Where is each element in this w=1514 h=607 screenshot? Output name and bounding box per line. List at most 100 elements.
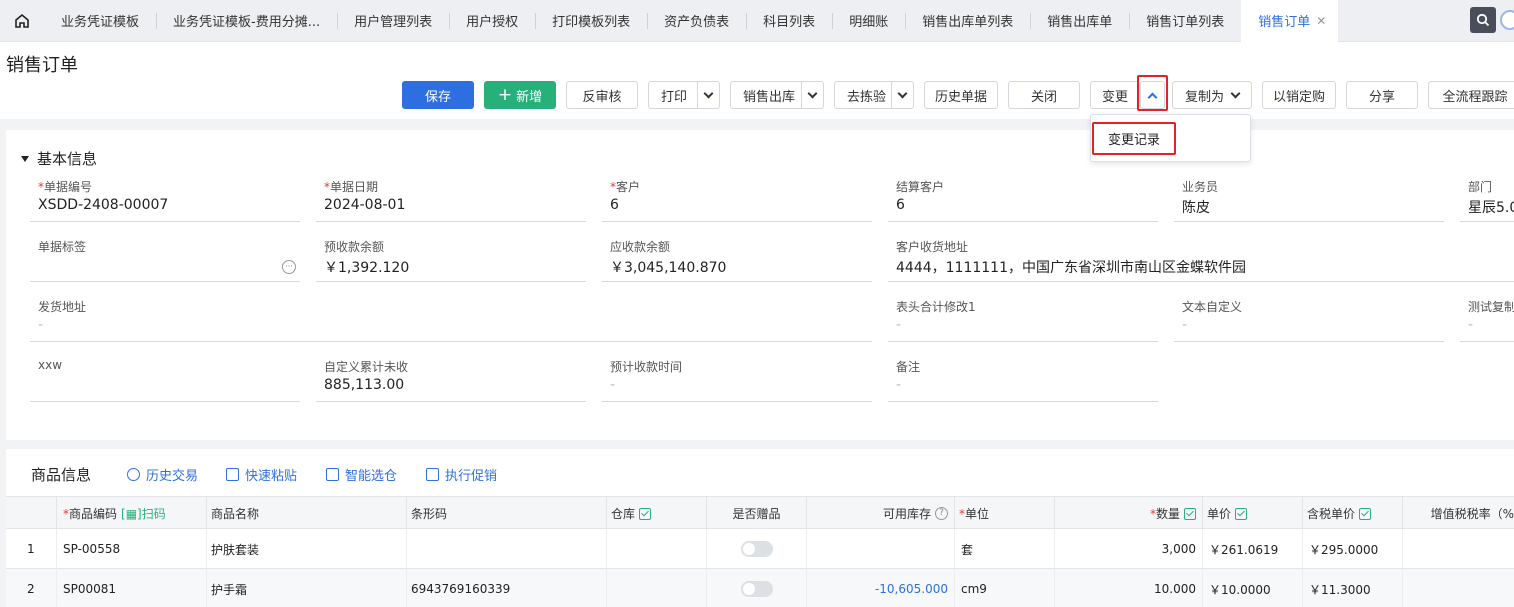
help-icon[interactable]: ? (935, 507, 948, 520)
gift-toggle[interactable] (740, 541, 773, 557)
home-icon (15, 13, 29, 28)
promotion-link[interactable]: 执行促销 (426, 465, 497, 484)
cell-qty[interactable]: 3,000 (1054, 529, 1202, 569)
gift-toggle[interactable] (740, 581, 773, 597)
refresh-icon[interactable] (1500, 10, 1514, 30)
field-doc-date[interactable]: *单据日期 2024-08-01 (316, 178, 586, 222)
close-button[interactable]: 关闭 (1008, 81, 1080, 109)
cell-name[interactable]: 护肤套装 (206, 529, 406, 569)
tab-sales-out-list[interactable]: 销售出库单列表 (905, 0, 1030, 42)
th-barcode: 条形码 (406, 497, 606, 530)
copy-as-button[interactable]: 复制为 (1172, 81, 1252, 109)
field-value: ￥3,045,140.870 (610, 260, 727, 276)
field-doc-tag[interactable]: 单据标签 ··· (30, 238, 300, 282)
tab-sales-order[interactable]: 销售订单 ✕ (1241, 0, 1339, 42)
field-department[interactable]: 部门 星辰5.0 (1460, 178, 1514, 222)
cell-warehouse[interactable] (606, 529, 706, 569)
field-label: 自定义累计未收 (324, 360, 409, 374)
tab-balance-sheet[interactable]: 资产负债表 (647, 0, 746, 42)
field-xxw[interactable]: xxw (30, 358, 300, 402)
link-label: 历史交易 (146, 469, 199, 484)
checkbox-icon[interactable] (1359, 507, 1372, 520)
tab-account-list[interactable]: 科目列表 (746, 0, 832, 42)
save-button[interactable]: 保存 (402, 81, 474, 109)
tab-user-auth[interactable]: 用户授权 (449, 0, 535, 42)
field-salesperson[interactable]: 业务员 陈皮 (1174, 178, 1444, 222)
goods-panel: 商品信息 历史交易 快速粘贴 智能选仓 执行促销 * 商品编码 [▦]扫码 商品名… (6, 449, 1514, 607)
tab-user-list[interactable]: 用户管理列表 (337, 0, 449, 42)
pick-check-button[interactable]: 去拣验 (834, 81, 914, 109)
unaudit-button[interactable]: 反审核 (566, 81, 638, 109)
highlight-box (1092, 122, 1176, 155)
warehouse-icon (326, 468, 339, 481)
tab-sales-out[interactable]: 销售出库单 (1030, 0, 1129, 42)
home-button[interactable] (0, 0, 44, 42)
field-settle-customer[interactable]: 结算客户 6 (888, 178, 1158, 222)
history-button[interactable]: 历史单据 (924, 81, 998, 109)
search-button[interactable] (1470, 7, 1496, 33)
chevron-down-icon[interactable] (891, 82, 913, 108)
field-label: 文本自定义 (1182, 300, 1243, 314)
tab-voucher-template-expense[interactable]: 业务凭证模板-费用分摊... (156, 0, 337, 42)
checkbox-icon[interactable] (1184, 507, 1196, 520)
full-trace-button[interactable]: 全流程跟踪 (1428, 81, 1514, 109)
purchase-by-sale-button[interactable]: 以销定购 (1262, 81, 1336, 109)
tab-ledger[interactable]: 明细账 (832, 0, 905, 42)
quick-paste-link[interactable]: 快速粘贴 (226, 465, 297, 484)
cell-tax-price[interactable]: ￥11.3000 (1302, 569, 1402, 607)
cell-qty[interactable]: 10.000 (1054, 569, 1202, 607)
field-doc-number[interactable]: *单据编号 XSDD-2408-00007 (30, 178, 300, 222)
cell-price[interactable]: ￥10.0000 (1202, 569, 1302, 607)
cell-warehouse[interactable] (606, 569, 706, 607)
checkbox-icon[interactable] (639, 507, 652, 520)
chevron-down-icon[interactable] (697, 82, 719, 108)
tab-label: 打印模板列表 (552, 15, 631, 30)
th-warehouse: 仓库 (606, 497, 706, 530)
table-header: * 商品编码 [▦]扫码 商品名称 条形码 仓库 是否赠品 可用库存? * 单位 *… (6, 496, 1514, 530)
tab-voucher-template[interactable]: 业务凭证模板 (44, 0, 156, 42)
cell-unit[interactable]: cm9 (954, 569, 1054, 607)
checkbox-icon[interactable] (1235, 507, 1248, 520)
table-row[interactable]: 2 SP00081 护手霜 6943769160339 -10,605.000 … (6, 569, 1514, 607)
tab-label: 业务凭证模板 (61, 15, 140, 30)
th-unit: * 单位 (954, 497, 1054, 530)
share-button[interactable]: 分享 (1346, 81, 1418, 109)
section-basic-info[interactable]: 基本信息 (21, 148, 97, 169)
field-label: 备注 (896, 360, 921, 374)
field-ship-address[interactable]: 发货地址 - (30, 298, 872, 342)
history-trade-link[interactable]: 历史交易 (127, 465, 198, 484)
table-row[interactable]: 1 SP-00558 护肤套装 套 3,000 ￥261.0619 ￥295.0… (6, 529, 1514, 569)
close-icon[interactable]: ✕ (1316, 14, 1326, 28)
chevron-down-icon[interactable] (801, 82, 823, 108)
print-button[interactable]: 打印 (648, 81, 720, 109)
th-code: * 商品编码 [▦]扫码 (56, 497, 206, 530)
field-remark[interactable]: 备注 - (888, 358, 1158, 402)
add-button[interactable]: + 新增 (484, 81, 556, 109)
cell-code[interactable]: SP00081 (56, 569, 206, 607)
cell-vat-rate[interactable] (1402, 569, 1514, 607)
field-customer[interactable]: *客户 6 (602, 178, 872, 222)
smart-warehouse-link[interactable]: 智能选仓 (326, 465, 397, 484)
cell-unit[interactable]: 套 (954, 529, 1054, 569)
cell-barcode[interactable]: 6943769160339 (406, 569, 606, 607)
change-button[interactable]: 变更 (1090, 81, 1140, 109)
cell-tax-price[interactable]: ￥295.0000 (1302, 529, 1402, 569)
link-label: 智能选仓 (345, 469, 398, 484)
cell-price[interactable]: ￥261.0619 (1202, 529, 1302, 569)
field-delivery-address[interactable]: 客户收货地址 4444，1111111，中国广东省深圳市南山区金蝶软件园 (888, 238, 1514, 282)
cell-vat-rate[interactable] (1402, 529, 1514, 569)
field-expected-receipt-time[interactable]: 预计收款时间 - (602, 358, 872, 402)
cell-barcode[interactable] (406, 529, 606, 569)
cell-code[interactable]: SP-00558 (56, 529, 206, 569)
tab-sales-order-list[interactable]: 销售订单列表 (1129, 0, 1241, 42)
sales-out-button[interactable]: 销售出库 (730, 81, 824, 109)
more-icon[interactable]: ··· (282, 260, 296, 274)
field-value: 陈皮 (1182, 200, 1210, 216)
th-price: 单价 (1202, 497, 1302, 530)
cell-name[interactable]: 护手霜 (206, 569, 406, 607)
scan-link[interactable]: [▦]扫码 (121, 505, 166, 522)
field-text-custom[interactable]: 文本自定义 - (1174, 298, 1444, 342)
field-header-total-edit[interactable]: 表头合计修改1 - (888, 298, 1158, 342)
field-test-copy[interactable]: 测试复制 - (1460, 298, 1514, 342)
tab-print-template-list[interactable]: 打印模板列表 (535, 0, 647, 42)
